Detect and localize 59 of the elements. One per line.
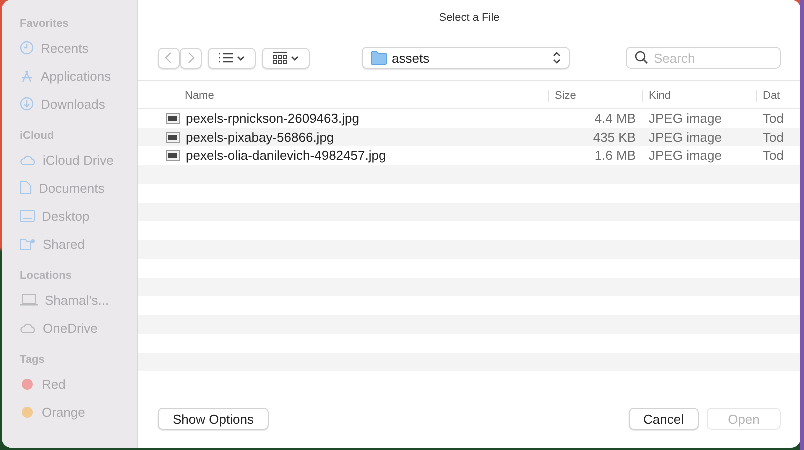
up-down-chevron-icon [553,52,561,64]
sidebar-item[interactable]: Shamal’s... [20,286,137,314]
folder-icon [371,51,387,65]
sidebar-item[interactable]: Downloads [20,90,137,118]
sidebar-heading: Favorites [20,18,70,30]
cloud-icon [20,322,36,334]
file-name: pexels-olia-danilevich-4982457.jpg [138,148,548,164]
sidebar-item[interactable]: Red [20,370,137,398]
chevron-down-icon [291,56,299,60]
cloud-icon [20,154,36,166]
image-file-icon [166,150,180,162]
sidebar-item[interactable]: iCloud Drive [20,146,137,174]
file-date: Tod [762,130,785,145]
desktop-icon [20,210,35,222]
column-header[interactable]: Size [548,90,642,102]
sidebar-heading: Tags [20,354,46,366]
chevron-down-icon [237,56,245,60]
search-field[interactable]: Search [626,47,781,69]
file-kind: JPEG image [648,130,723,145]
file-size: 1.6 MB [594,148,637,164]
download-icon [20,97,34,111]
column-header[interactable]: Kind [642,90,756,102]
chevron-left-icon [165,52,173,64]
laptop-icon [20,294,38,306]
grid-icon [273,52,287,64]
list-icon [219,53,233,63]
clock-icon [20,41,34,55]
sidebar-heading: iCloud [20,130,56,142]
list-view-button[interactable] [208,48,256,68]
file-row[interactable]: pexels-pixabay-56866.jpg 435 KB JPEG image Tod [138,128,801,146]
file-size: 435 KB [592,130,637,145]
file-date: Tod [762,110,785,126]
sidebar-item[interactable]: Orange [20,398,137,426]
chevron-right-icon [187,52,195,64]
sidebar-item[interactable]: Documents [20,174,137,202]
sidebar-item[interactable]: OneDrive [20,314,137,342]
file-name: pexels-rpnickson-2609463.jpg [138,110,548,126]
file-kind: JPEG image [648,148,723,164]
search-icon [635,51,648,64]
file-date: Tod [762,148,785,164]
file-name: pexels-pixabay-56866.jpg [138,130,548,145]
cancel-button[interactable]: Cancel [628,408,699,430]
location-dropdown[interactable]: assets [362,47,570,69]
sidebar-item[interactable]: Shared [20,230,137,258]
sidebar-heading: Locations [20,270,73,282]
shared-folder-icon [20,238,36,250]
grid-view-button[interactable] [262,48,310,68]
column-header[interactable]: Name [138,90,548,102]
applications-icon [20,69,34,83]
file-kind: JPEG image [648,110,723,126]
show-options-button[interactable]: Show Options [158,408,269,430]
image-file-icon [166,112,180,124]
sidebar-item[interactable]: Applications [20,62,137,90]
sidebar-item[interactable]: Recents [20,34,137,62]
window-title: Select a File [438,11,501,26]
image-file-icon [166,132,180,143]
document-icon [20,181,32,195]
file-size: 4.4 MB [594,110,637,126]
sidebar-item[interactable]: Desktop [20,202,137,230]
